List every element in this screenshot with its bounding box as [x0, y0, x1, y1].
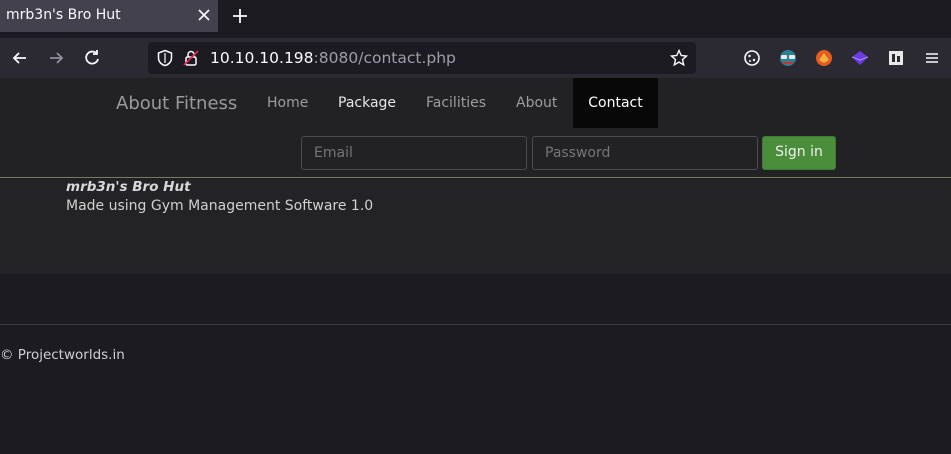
lock-insecure-icon[interactable] [182, 49, 200, 67]
nav-about[interactable]: About [516, 78, 557, 128]
site-navbar: About Fitness Home Package Facilities Ab… [0, 78, 951, 178]
extension-fox-icon[interactable] [814, 48, 834, 68]
footer-divider [0, 324, 951, 325]
nav-facilities[interactable]: Facilities [426, 78, 486, 128]
extension-tile-icon[interactable] [886, 48, 906, 68]
extension-glasses-icon[interactable] [778, 48, 798, 68]
browser-toolbar: 10.10.10.198:8080/contact.php [0, 38, 951, 78]
footer-copyright: © Projectworlds.in [0, 347, 125, 363]
nav-home[interactable]: Home [267, 78, 308, 128]
tab-strip: mrb3n's Bro Hut [0, 0, 951, 38]
signin-button[interactable]: Sign in [762, 136, 836, 170]
password-field[interactable] [532, 136, 758, 170]
forward-icon[interactable] [46, 48, 66, 68]
address-bar[interactable]: 10.10.10.198:8080/contact.php [148, 42, 696, 74]
tab-title: mrb3n's Bro Hut [6, 7, 121, 23]
browser-tab[interactable]: mrb3n's Bro Hut [0, 0, 218, 32]
new-tab-icon[interactable] [231, 6, 249, 26]
url-path: :8080/contact.php [313, 49, 456, 67]
site-title: mrb3n's Bro Hut [66, 179, 191, 195]
site-subtitle: Made using Gym Management Software 1.0 [66, 198, 374, 214]
nav-contact[interactable]: Contact [573, 78, 658, 128]
url-host: 10.10.10.198 [210, 49, 314, 67]
extension-purple-icon[interactable] [850, 48, 870, 68]
email-field[interactable] [301, 136, 527, 170]
hero-section: mrb3n's Bro Hut Made using Gym Managemen… [0, 179, 951, 274]
menu-icon[interactable] [922, 48, 942, 68]
brand-link[interactable]: About Fitness [116, 93, 237, 114]
close-icon[interactable] [197, 6, 211, 24]
url-text[interactable]: 10.10.10.198:8080/contact.php [210, 49, 456, 67]
web-page: About Fitness Home Package Facilities Ab… [0, 78, 951, 454]
star-icon[interactable] [670, 49, 688, 67]
cookie-icon[interactable] [742, 48, 762, 68]
shield-icon[interactable] [156, 49, 174, 67]
nav-package[interactable]: Package [338, 78, 396, 128]
reload-icon[interactable] [82, 48, 102, 68]
back-icon[interactable] [10, 48, 30, 68]
